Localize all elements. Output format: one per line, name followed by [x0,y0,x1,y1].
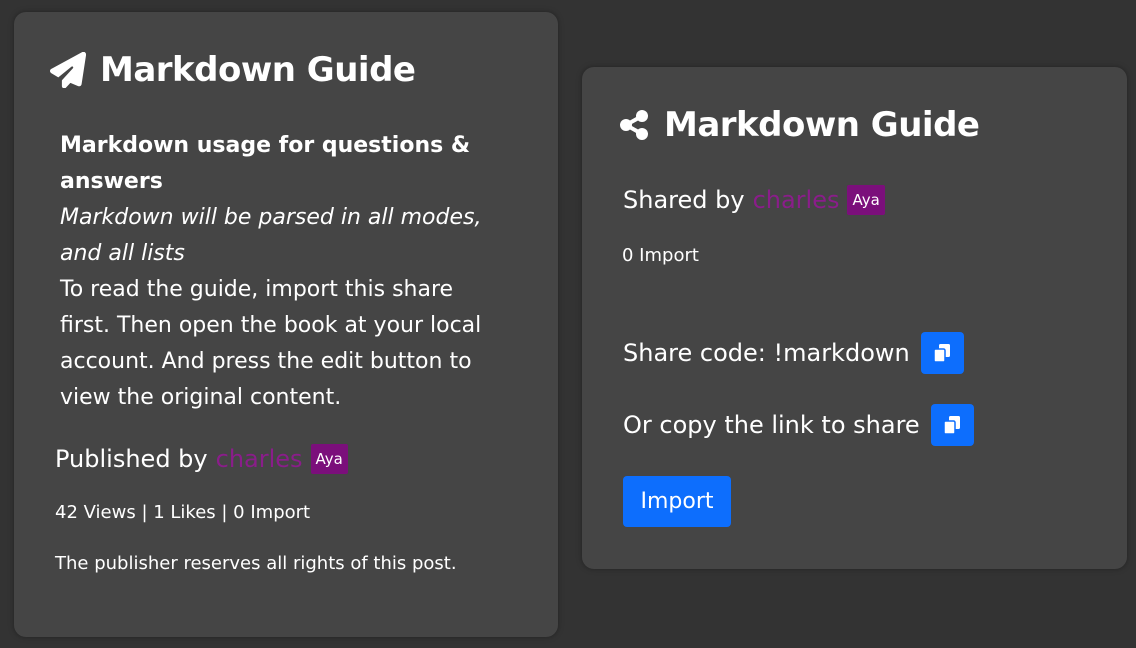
share-title-text: Markdown Guide [664,105,980,145]
share-code-label: Share code: !markdown [623,339,910,367]
share-code-row: Share code: !markdown [623,332,964,374]
import-button[interactable]: Import [623,476,731,527]
rights-notice: The publisher reserves all rights of thi… [55,553,457,574]
published-label: Published by [55,445,208,473]
share-nodes-icon [620,110,648,140]
copy-link-button[interactable] [930,404,974,446]
post-card: Markdown Guide Markdown usage for questi… [14,12,558,637]
copy-icon [933,344,951,363]
import-count: 0 Import [622,245,699,266]
post-title: Markdown Guide [50,50,416,90]
copy-code-button[interactable] [920,332,964,374]
share-card: Markdown Guide Shared by charles Aya 0 I… [582,67,1127,569]
copy-icon [943,416,961,435]
copy-link-label: Or copy the link to share [623,411,920,439]
post-title-text: Markdown Guide [100,50,416,90]
author-link[interactable]: charles [216,445,303,473]
shared-by: Shared by charles Aya [623,185,885,215]
author-link[interactable]: charles [753,186,840,214]
description-heading: Markdown usage for questions & answers [60,133,471,194]
post-stats: 42 Views | 1 Likes | 0 Import [55,502,311,523]
published-by: Published by charles Aya [55,444,348,474]
paper-plane-icon [50,52,86,88]
post-description: Markdown usage for questions & answers M… [60,128,510,416]
shared-label: Shared by [623,186,745,214]
description-body: To read the guide, import this share fir… [60,277,482,410]
copy-link-row: Or copy the link to share [623,404,974,446]
author-badge: Aya [847,185,885,215]
description-italic: Markdown will be parsed in all modes, an… [60,205,482,266]
author-badge: Aya [310,444,348,474]
share-title: Markdown Guide [618,105,980,145]
